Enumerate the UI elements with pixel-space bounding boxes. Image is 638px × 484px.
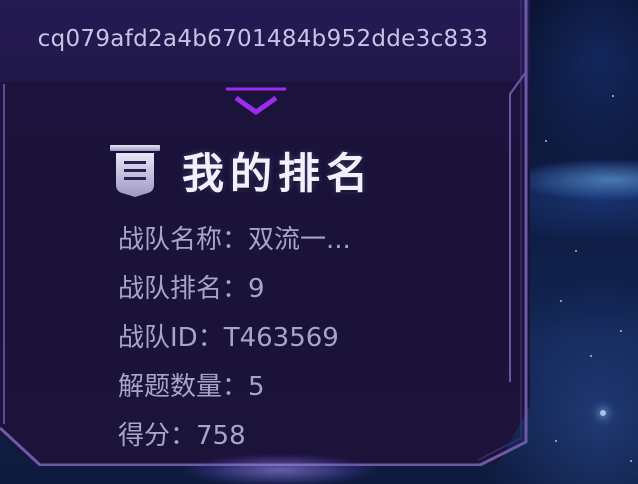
team-id-row: 战队ID：T463569 [118,318,351,367]
team-rank-label: 战队排名： [118,274,249,304]
team-id-value: T463569 [223,323,339,353]
chevron-down-icon [226,87,286,116]
team-name-label: 战队名称： [118,225,249,255]
clipped-header-text: · ·· ·· · [90,0,153,11]
team-name-row: 战队名称：双流一... [118,220,351,269]
section-title: 我的排名 [182,148,375,198]
list-icon [110,145,160,197]
team-id-label: 战队ID： [118,323,224,353]
solved-count-label: 解题数量： [118,372,249,402]
rank-info-list: 战队名称：双流一... 战队排名：9 战队ID：T463569 解题数量：5 得… [118,220,351,465]
team-rank-row: 战队排名：9 [118,269,351,318]
team-name-value: 双流一... [248,225,351,255]
solved-count-value: 5 [248,372,265,402]
solved-count-row: 解题数量：5 [118,367,351,416]
left-bracket [3,84,5,424]
team-hash: cq079afd2a4b6701484b952dde3c833 [37,26,489,52]
right-bracket [509,72,527,382]
section-title-row: 我的排名 [106,140,374,200]
team-rank-value: 9 [248,274,265,304]
bottom-glow [150,430,410,484]
